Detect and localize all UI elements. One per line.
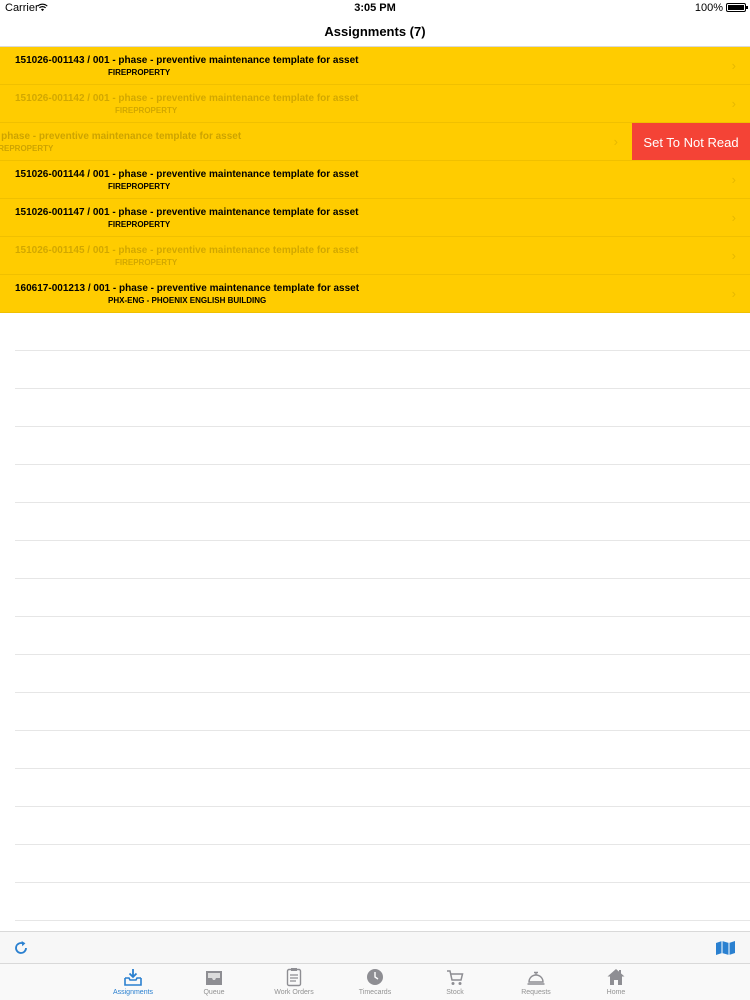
empty-row [15,313,750,351]
empty-row [15,351,750,389]
list-item[interactable]: - phase - preventive maintenance templat… [0,123,750,161]
assignment-title: 160617-001213 / 001 - phase - preventive… [15,283,360,294]
empty-row [15,427,750,465]
tab-assignments[interactable]: Assignments [93,964,173,1000]
empty-row [15,389,750,427]
empty-list-area [0,313,750,921]
assignment-title: 151026-001142 / 001 - phase - preventive… [15,93,359,104]
clock-icon [367,969,383,985]
assignment-location: FIREPROPERTY [108,182,171,191]
clipboard-icon [286,968,302,987]
tab-label: Assignments [112,989,154,996]
list-item[interactable]: 151026-001147 / 001 - phase - preventive… [0,199,750,237]
tab-timecards[interactable]: Timecards [335,964,415,1000]
cart-icon [447,970,464,985]
assignment-location: FIREPROPERTY [115,106,178,115]
assignments-list: 151026-001143 / 001 - phase - preventive… [0,47,750,313]
assignment-title: 151026-001147 / 001 - phase - preventive… [15,207,359,218]
empty-row [15,807,750,845]
tab-label: Work Orders [274,989,314,996]
assignment-title: 151026-001143 / 001 - phase - preventive… [15,55,359,66]
empty-row [15,503,750,541]
tab-queue[interactable]: Queue [174,964,254,1000]
assignment-location: PHX-ENG - PHOENIX ENGLISH BUILDING [108,296,267,305]
status-bar: Carrier 3:05 PM 100% [0,0,750,16]
status-time: 3:05 PM [354,2,396,14]
empty-row [15,845,750,883]
list-item[interactable]: 151026-001145 / 001 - phase - preventive… [0,237,750,275]
inbox-download-icon [124,969,142,986]
empty-row [15,465,750,503]
empty-row [15,579,750,617]
assignment-title: 151026-001144 / 001 - phase - preventive… [15,169,359,180]
list-item[interactable]: 160617-001213 / 001 - phase - preventive… [0,275,750,313]
battery-icon [726,3,748,12]
tab-work-orders[interactable]: Work Orders [254,964,334,1000]
chevron-right-icon: › [731,58,736,73]
list-item[interactable]: 151026-001142 / 001 - phase - preventive… [0,85,750,123]
service-bell-icon [527,971,545,985]
chevron-right-icon: › [731,248,736,263]
tab-label: Queue [203,989,225,996]
chevron-right-icon: › [731,286,736,301]
assignment-title: - phase - preventive maintenance templat… [0,131,242,142]
empty-row [15,541,750,579]
assignment-location: FIREPROPERTY [108,68,171,77]
navigation-bar: Assignments (7) [0,16,750,47]
tab-label: Stock [446,989,464,996]
assignment-location: FIREPROPERTY [108,220,171,229]
chevron-right-icon: › [731,96,736,111]
tab-home[interactable]: Home [576,964,656,1000]
list-item[interactable]: 151026-001144 / 001 - phase - preventive… [0,161,750,199]
home-icon [607,969,625,985]
set-to-not-read-button[interactable]: Set To Not Read [632,123,750,160]
empty-row [15,883,750,921]
assignment-title: 151026-001145 / 001 - phase - preventive… [15,245,359,256]
page-title: Assignments (7) [324,24,426,39]
empty-row [15,693,750,731]
chevron-right-icon: › [613,134,618,149]
tab-label: Timecards [358,989,392,996]
chevron-right-icon: › [731,210,736,225]
refresh-icon[interactable] [13,940,29,956]
tab-label: Requests [521,989,551,996]
tab-requests[interactable]: Requests [496,964,576,1000]
bottom-toolbar [0,931,750,963]
assignment-location: FIREPROPERTY [115,258,178,267]
tab-stock[interactable]: Stock [415,964,495,1000]
chevron-right-icon: › [731,172,736,187]
map-icon[interactable] [715,940,736,956]
empty-row [15,769,750,807]
battery-percent: 100% [694,2,723,14]
tab-bar: Assignments Queue Work Orders Timecards … [0,963,750,1000]
assignment-location: IREPROPERTY [0,144,54,153]
empty-row [15,731,750,769]
list-item[interactable]: 151026-001143 / 001 - phase - preventive… [0,47,750,85]
empty-row [15,655,750,693]
empty-row [15,617,750,655]
tray-icon [206,971,222,985]
tab-label: Home [606,989,626,996]
